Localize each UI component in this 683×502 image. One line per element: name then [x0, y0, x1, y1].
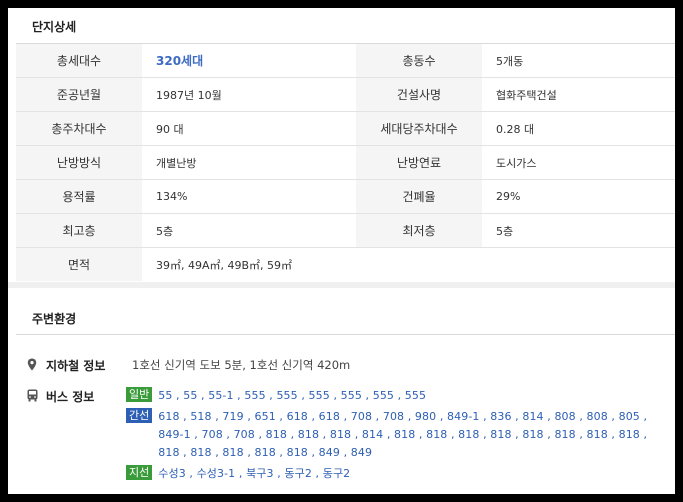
value-parking-per-household: 0.28 대 — [482, 111, 675, 146]
value-heating-method: 개별난방 — [142, 145, 356, 180]
bus-routes: 일반 55 , 55 , 55-1 , 555 , 555 , 555 , 55… — [126, 387, 666, 486]
table-row: 용적률 134% 건폐율 29% — [16, 179, 675, 214]
subway-info-row: 지하철 정보 1호선 신기역 도보 5분, 1호선 신기역 420m — [26, 357, 350, 374]
subway-info-text: 1호선 신기역 도보 5분, 1호선 신기역 420m — [132, 358, 351, 372]
bus-line-branch: 지선 수성3 , 수성3-1 , 북구3 , 동구2 , 동구2 — [126, 465, 666, 483]
label-total-buildings: 총동수 — [356, 44, 482, 78]
section-title-complex-detail: 단지상세 — [32, 20, 77, 34]
label-building-coverage: 건폐율 — [356, 179, 482, 214]
label-parking-per-household: 세대당주차대수 — [356, 111, 482, 146]
bus-line-trunk: 간선 618 , 518 , 719 , 651 , 618 , 618 , 7… — [126, 408, 666, 462]
label-min-floor: 최저층 — [356, 213, 482, 248]
value-max-floor: 5층 — [142, 213, 356, 248]
bus-type-badge-general: 일반 — [126, 387, 153, 402]
subway-info-label: 지하철 정보 — [46, 359, 106, 373]
divider — [16, 334, 675, 335]
table-row: 총세대수 320세대 총동수 5개동 — [16, 44, 675, 78]
label-total-parking: 총주차대수 — [16, 111, 142, 146]
label-heating-method: 난방방식 — [16, 145, 142, 180]
label-max-floor: 최고층 — [16, 213, 142, 248]
bus-info-label: 버스 정보 — [46, 390, 95, 404]
label-area: 면적 — [16, 247, 142, 281]
value-builder: 협화주택건설 — [482, 77, 675, 112]
value-total-households[interactable]: 320세대 — [142, 44, 356, 78]
bus-type-badge-branch: 지선 — [126, 465, 153, 480]
value-completion-date: 1987년 10월 — [142, 77, 356, 112]
value-total-parking: 90 대 — [142, 111, 356, 146]
bus-type-badge-trunk: 간선 — [126, 408, 153, 423]
bus-info-row: 버스 정보 — [26, 388, 132, 405]
table-row: 준공년월 1987년 10월 건설사명 협화주택건설 — [16, 77, 675, 112]
map-pin-icon — [26, 357, 38, 371]
value-area: 39㎡, 49A㎡, 49B㎡, 59㎡ — [142, 247, 675, 281]
label-heating-fuel: 난방연료 — [356, 145, 482, 180]
label-total-households: 총세대수 — [16, 44, 142, 78]
complex-detail-panel: 단지상세 총세대수 320세대 총동수 5개동 준공년월 1987년 10월 건… — [8, 8, 675, 494]
bus-routes-branch[interactable]: 수성3 , 수성3-1 , 북구3 , 동구2 , 동구2 — [158, 465, 350, 483]
table-row: 난방방식 개별난방 난방연료 도시가스 — [16, 145, 675, 180]
label-completion-date: 준공년월 — [16, 77, 142, 112]
bus-routes-general[interactable]: 55 , 55 , 55-1 , 555 , 555 , 555 , 555 ,… — [158, 387, 426, 405]
value-total-buildings: 5개동 — [482, 44, 675, 78]
value-building-coverage: 29% — [482, 179, 675, 214]
value-heating-fuel: 도시가스 — [482, 145, 675, 180]
bus-line-general: 일반 55 , 55 , 55-1 , 555 , 555 , 555 , 55… — [126, 387, 666, 405]
label-builder: 건설사명 — [356, 77, 482, 112]
bus-routes-trunk[interactable]: 618 , 518 , 719 , 651 , 618 , 618 , 708 … — [158, 408, 666, 462]
table-row: 면적 39㎡, 49A㎡, 49B㎡, 59㎡ — [16, 247, 675, 281]
table-row: 총주차대수 90 대 세대당주차대수 0.28 대 — [16, 111, 675, 146]
label-floor-area-ratio: 용적률 — [16, 179, 142, 214]
bus-icon — [26, 388, 38, 402]
section-separator — [8, 282, 675, 288]
value-min-floor: 5층 — [482, 213, 675, 248]
table-row: 최고층 5층 최저층 5층 — [16, 213, 675, 248]
value-floor-area-ratio: 134% — [142, 179, 356, 214]
complex-detail-table: 총세대수 320세대 총동수 5개동 준공년월 1987년 10월 건설사명 협… — [16, 44, 675, 281]
section-title-surroundings: 주변환경 — [32, 312, 77, 326]
